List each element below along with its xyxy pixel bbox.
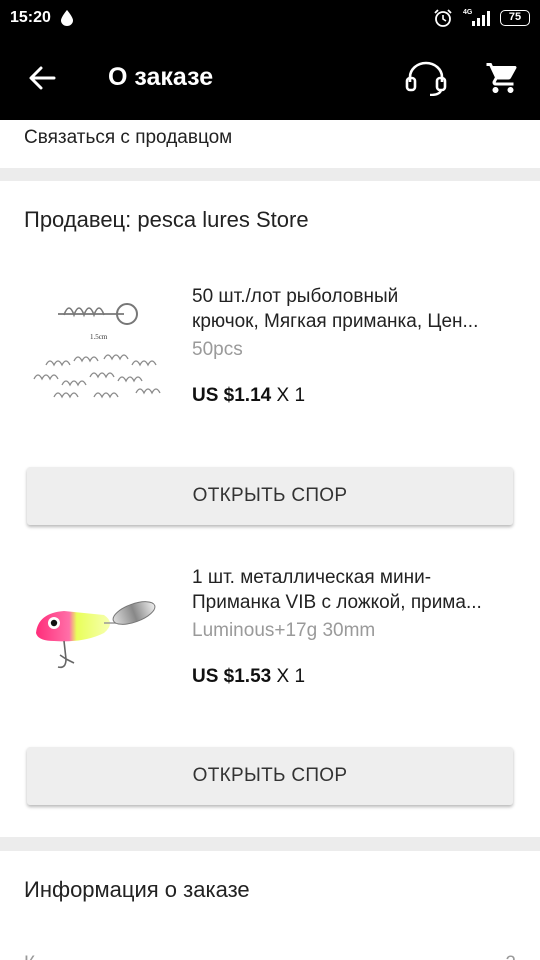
status-time: 15:20 bbox=[10, 9, 51, 26]
product-variant: Luminous+17g 30mm bbox=[192, 620, 376, 641]
product-price-line: US $1.14 X 1 bbox=[192, 385, 305, 407]
order-info-row-label: К bbox=[24, 953, 35, 960]
status-bar: 15:20 4G 75 bbox=[0, 0, 540, 36]
back-arrow-icon[interactable] bbox=[28, 64, 56, 92]
product-image-lure[interactable] bbox=[24, 563, 176, 703]
seller-name[interactable]: Продавец: pesca lures Store bbox=[24, 207, 309, 233]
signal-icon bbox=[472, 10, 494, 31]
app-bar: О заказе bbox=[0, 36, 540, 120]
seller-card: Продавец: pesca lures Store 1.5cm 50 шт.… bbox=[0, 181, 540, 837]
product-quantity: X 1 bbox=[276, 666, 306, 687]
product-title[interactable]: 1 шт. металлическая мини- Приманка VIB с… bbox=[192, 565, 522, 615]
open-dispute-button[interactable]: ОТКРЫТЬ СПОР bbox=[27, 467, 513, 525]
battery-indicator: 75 bbox=[500, 10, 530, 26]
network-type: 4G bbox=[463, 9, 473, 16]
product-price-line: US $1.53 X 1 bbox=[192, 666, 305, 688]
contact-seller-row[interactable]: Связаться с продавцом bbox=[0, 120, 540, 168]
order-info-row-value: 2 bbox=[505, 953, 516, 960]
open-dispute-button[interactable]: ОТКРЫТЬ СПОР bbox=[27, 747, 513, 805]
product-price: US $1.53 bbox=[192, 666, 272, 687]
cart-icon[interactable] bbox=[484, 60, 522, 96]
page-title: О заказе bbox=[108, 63, 214, 91]
order-info-card: Информация о заказе К 2 bbox=[0, 851, 540, 960]
product-image-hooks[interactable]: 1.5cm bbox=[24, 281, 176, 421]
alarm-icon bbox=[433, 9, 453, 32]
product-quantity: X 1 bbox=[276, 385, 306, 406]
product-variant: 50pcs bbox=[192, 339, 243, 360]
headset-support-icon[interactable] bbox=[404, 60, 448, 97]
product-price: US $1.14 bbox=[192, 385, 272, 406]
image-caption: 1.5cm bbox=[90, 333, 108, 341]
product-title[interactable]: 50 шт./лот рыболовный крючок, Мягкая при… bbox=[192, 284, 522, 334]
contact-seller-label: Связаться с продавцом bbox=[24, 127, 233, 148]
order-info-title: Информация о заказе bbox=[24, 877, 250, 902]
drop-icon bbox=[61, 10, 73, 31]
